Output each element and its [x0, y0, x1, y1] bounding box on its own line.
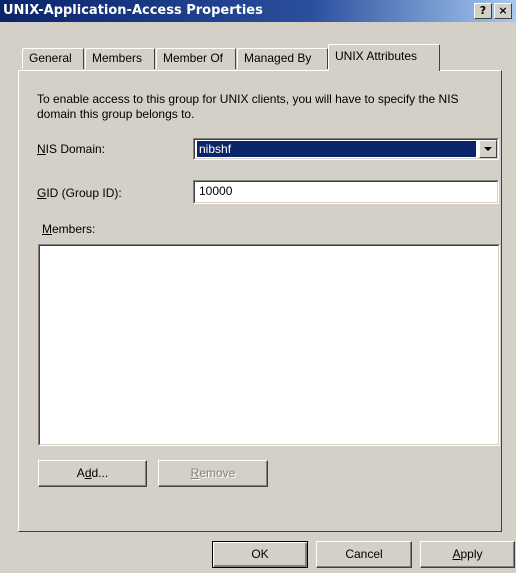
- tab-general[interactable]: General: [22, 48, 84, 69]
- remove-button-text: emove: [199, 466, 236, 480]
- members-label-text: embers:: [52, 222, 96, 236]
- remove-button-mnemonic: R: [190, 466, 200, 480]
- tab-managed-by-label: Managed By: [244, 51, 312, 65]
- members-list[interactable]: [38, 244, 500, 446]
- apply-button-mnemonic: A: [452, 547, 461, 561]
- tab-members-label: Members: [92, 51, 143, 65]
- tab-unix-attributes-label: UNIX Attributes: [335, 49, 418, 63]
- nis-domain-combo[interactable]: nibshf: [193, 138, 499, 160]
- help-button[interactable]: ?: [474, 3, 492, 19]
- gid-label: GID (Group ID):: [37, 186, 122, 200]
- title-bar[interactable]: UNIX-Application-Access Properties ? ×: [0, 0, 516, 22]
- ok-button[interactable]: OK: [212, 541, 308, 568]
- window-title: UNIX-Application-Access Properties: [3, 3, 263, 18]
- chevron-down-icon: [484, 147, 492, 151]
- gid-label-text: ID (Group ID):: [46, 186, 122, 200]
- tab-member-of[interactable]: Member Of: [156, 48, 236, 69]
- remove-button[interactable]: Remove: [158, 460, 268, 487]
- cancel-button[interactable]: Cancel: [316, 541, 412, 568]
- properties-dialog: UNIX-Application-Access Properties ? × G…: [0, 0, 516, 573]
- tab-members[interactable]: Members: [85, 48, 155, 69]
- tab-member-of-label: Member Of: [163, 51, 224, 65]
- apply-button-text: pply: [460, 547, 483, 561]
- tab-managed-by[interactable]: Managed By: [237, 48, 328, 69]
- members-label: Members:: [42, 222, 95, 236]
- description-text: To enable access to this group for UNIX …: [37, 92, 459, 121]
- add-button-text-end: d...: [91, 466, 109, 480]
- apply-button[interactable]: Apply: [420, 541, 515, 568]
- dropdown-button[interactable]: [479, 140, 497, 158]
- nis-domain-label: NIS Domain:: [37, 142, 105, 156]
- gid-field[interactable]: 10000: [193, 180, 499, 204]
- add-button-text-start: A: [76, 466, 85, 480]
- add-button-mnemonic: d: [84, 466, 92, 480]
- nis-domain-label-text: IS Domain:: [45, 142, 106, 156]
- nis-domain-mnemonic: N: [37, 142, 46, 156]
- gid-value: 10000: [199, 184, 233, 198]
- tab-unix-attributes[interactable]: UNIX Attributes: [328, 44, 440, 71]
- close-button[interactable]: ×: [494, 3, 512, 19]
- gid-mnemonic: G: [37, 186, 47, 200]
- nis-domain-value: nibshf: [197, 141, 476, 157]
- add-button[interactable]: Add...: [38, 460, 147, 487]
- tab-general-label: General: [29, 51, 72, 65]
- members-mnemonic: M: [42, 222, 52, 236]
